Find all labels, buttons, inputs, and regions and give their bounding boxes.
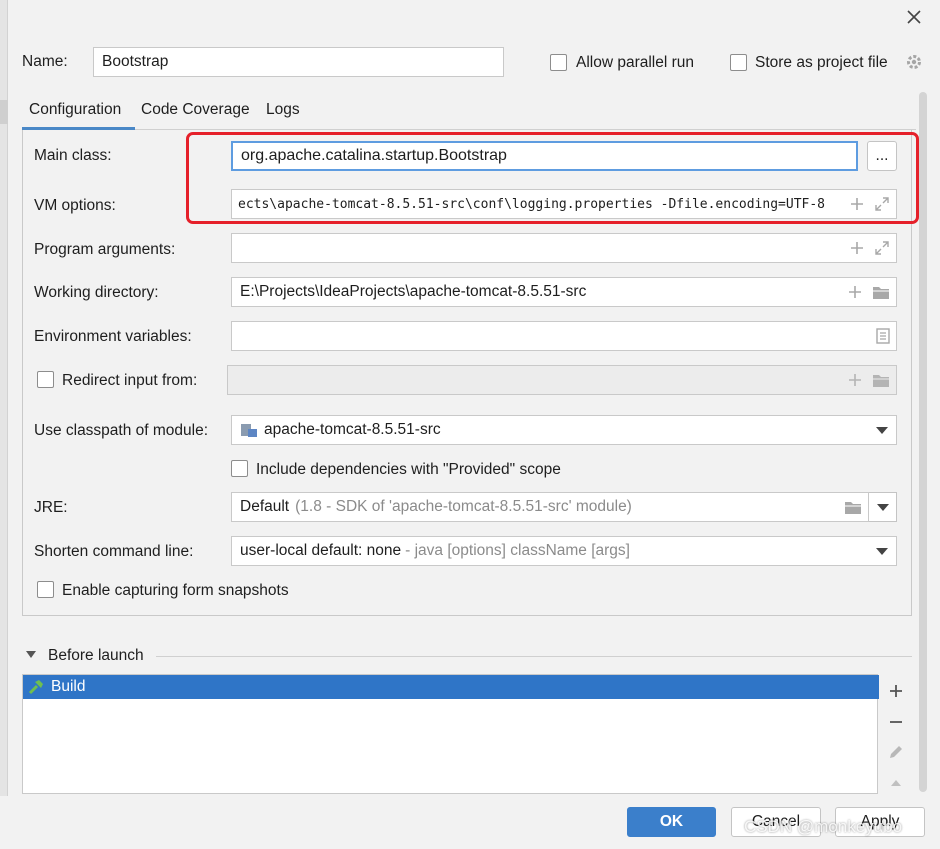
before-launch-list: Build [22,674,879,794]
shorten-command-line-hint: - java [options] className [args] [405,542,630,559]
expand-icon[interactable] [874,196,890,212]
include-dependencies-label: Include dependencies with "Provided" sco… [256,461,561,478]
folder-icon[interactable] [844,500,862,515]
close-icon[interactable] [900,4,928,30]
working-directory-label: Working directory: [34,284,159,301]
jre-input[interactable]: Default (1.8 - SDK of 'apache-tomcat-8.5… [231,492,869,522]
collapse-triangle-icon[interactable] [26,651,36,658]
pencil-icon [890,746,902,759]
chevron-down-icon [876,427,888,434]
arrow-up-icon [891,779,901,786]
main-class-label: Main class: [34,147,112,164]
environment-variables-input[interactable] [231,321,897,351]
main-class-input[interactable]: org.apache.catalina.startup.Bootstrap [231,141,858,171]
classpath-module-label: Use classpath of module: [34,422,209,439]
document-icon[interactable] [876,328,890,344]
vm-options-input[interactable]: ects\apache-tomcat-8.5.51-src\conf\loggi… [231,189,897,219]
working-directory-input[interactable]: E:\Projects\IdeaProjects\apache-tomcat-8… [231,277,897,307]
shorten-command-line-value: user-local default: none [240,542,402,559]
hammer-icon [28,680,43,695]
chevron-down-icon [876,503,889,511]
vm-options-label: VM options: [34,197,116,214]
folder-icon[interactable] [872,373,890,388]
add-icon[interactable] [850,197,864,211]
left-strip [0,0,8,849]
shorten-command-line-label: Shorten command line: [34,543,194,560]
redirect-input-label: Redirect input from: [62,372,198,389]
enable-snapshots-checkbox[interactable] [37,581,54,598]
expand-icon[interactable] [874,240,890,256]
working-directory-value: E:\Projects\IdeaProjects\apache-tomcat-8… [240,283,587,300]
tab-code-coverage[interactable]: Code Coverage [141,101,250,119]
jre-label: JRE: [34,499,68,516]
left-strip-selection [0,100,8,124]
before-launch-item-label: Build [51,678,86,695]
scrollbar-thumb[interactable] [919,92,927,792]
jre-value: Default [240,498,290,515]
enable-snapshots-label: Enable capturing form snapshots [62,582,289,599]
chevron-down-icon [876,548,888,555]
classpath-module-value: apache-tomcat-8.5.51-src [264,421,441,438]
vm-options-value: ects\apache-tomcat-8.5.51-src\conf\loggi… [238,196,825,212]
environment-variables-label: Environment variables: [34,328,192,345]
before-launch-title: Before launch [48,647,144,664]
move-up-button[interactable] [885,772,907,795]
add-icon[interactable] [850,241,864,255]
add-icon[interactable] [848,373,862,387]
program-arguments-label: Program arguments: [34,241,176,258]
redirect-input-field[interactable] [227,365,897,395]
remove-task-button[interactable] [885,711,907,734]
before-launch-toolbar [880,674,912,794]
before-launch-divider [156,656,912,657]
edit-task-button[interactable] [885,741,907,764]
allow-parallel-run-checkbox[interactable] [550,54,567,71]
add-icon[interactable] [848,285,862,299]
store-as-project-file-label: Store as project file [755,54,888,71]
add-task-button[interactable] [885,680,907,703]
module-icon [241,424,257,437]
shorten-command-line-select[interactable]: user-local default: none - java [options… [231,536,897,566]
ok-button[interactable]: OK [627,807,716,837]
include-dependencies-checkbox[interactable] [231,460,248,477]
jre-hint: (1.8 - SDK of 'apache-tomcat-8.5.51-src'… [295,498,632,515]
plus-icon [890,685,902,698]
main-class-browse-button[interactable]: ... [867,141,897,171]
tab-configuration[interactable]: Configuration [29,101,121,119]
classpath-module-select[interactable]: apache-tomcat-8.5.51-src [231,415,897,445]
name-label: Name: [22,53,68,70]
gear-icon[interactable] [905,53,923,76]
watermark: CSDN @monkeyubo [744,817,903,836]
allow-parallel-run-label: Allow parallel run [576,54,695,71]
name-input[interactable]: Bootstrap [93,47,504,77]
folder-icon[interactable] [872,285,890,300]
jre-dropdown-button[interactable] [869,492,897,522]
tab-logs[interactable]: Logs [266,101,300,119]
program-arguments-input[interactable] [231,233,897,263]
store-as-project-file-checkbox[interactable] [730,54,747,71]
redirect-input-checkbox[interactable] [37,371,54,388]
list-item[interactable]: Build [23,675,879,699]
scrollbar[interactable] [916,92,930,792]
minus-icon [890,720,902,723]
